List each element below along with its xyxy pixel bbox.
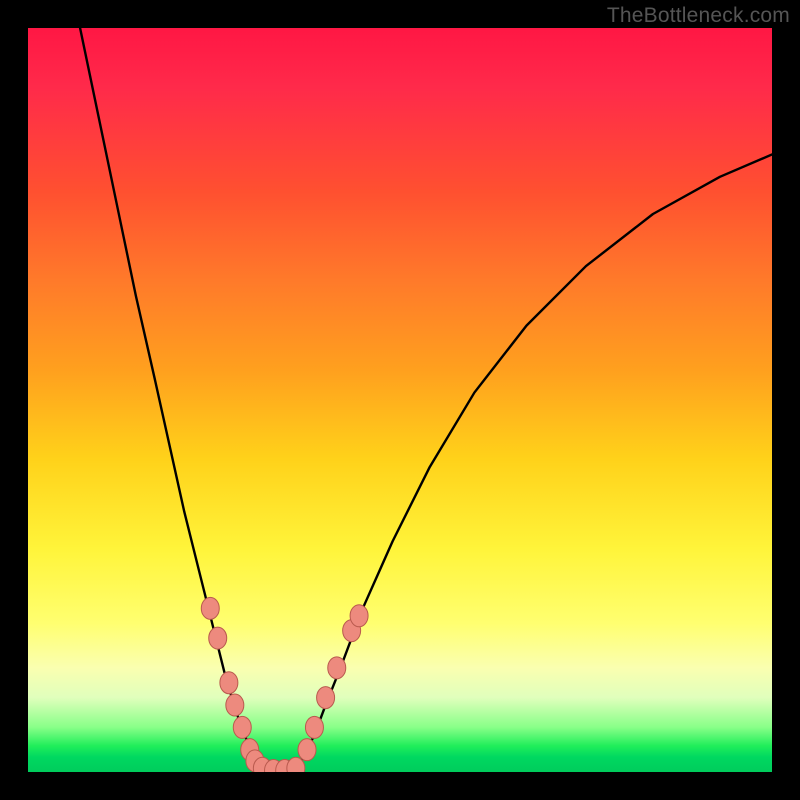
- marker-left-3: [226, 694, 244, 716]
- curve-layer: [28, 28, 772, 772]
- marker-left-0: [201, 597, 219, 619]
- marker-dots: [201, 597, 368, 772]
- curve-lines: [80, 28, 772, 772]
- marker-left-2: [220, 672, 238, 694]
- marker-right-1: [305, 716, 323, 738]
- bottleneck-curve: [80, 28, 772, 772]
- plot-area: [28, 28, 772, 772]
- marker-right-5: [350, 605, 368, 627]
- marker-left-1: [209, 627, 227, 649]
- marker-left-4: [233, 716, 251, 738]
- marker-right-3: [328, 657, 346, 679]
- watermark-label: TheBottleneck.com: [607, 4, 790, 28]
- marker-right-0: [298, 739, 316, 761]
- marker-right-2: [317, 687, 335, 709]
- chart-container: TheBottleneck.com: [0, 0, 800, 800]
